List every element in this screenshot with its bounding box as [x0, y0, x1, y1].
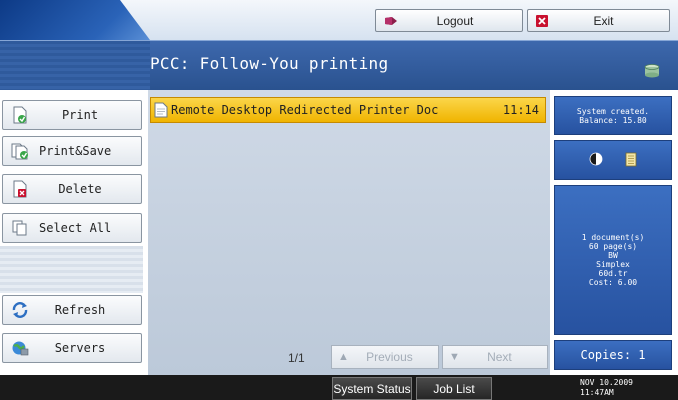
exit-label: Exit	[593, 13, 614, 28]
main-area: Print Print&Save Delete Select All Refre…	[0, 90, 678, 375]
time-text: 11:47AM	[580, 388, 614, 397]
next-button[interactable]: ▼ Next	[442, 345, 548, 369]
exit-button[interactable]: Exit	[527, 9, 670, 32]
print-label: Print	[61, 108, 99, 122]
info-sidebar: System created. Balance: 15.80 1 documen…	[552, 90, 678, 375]
top-bar: Logout Exit	[0, 0, 678, 40]
documents-count: 1 document(s)	[581, 233, 645, 242]
database-icon	[644, 63, 660, 82]
pager: 1/1 ▲ Previous ▼ Next	[148, 343, 550, 371]
sidebar-spacer	[0, 246, 143, 293]
page-indicator: 1/1	[288, 351, 305, 365]
refresh-button[interactable]: Refresh	[2, 295, 142, 325]
logout-icon	[384, 16, 398, 26]
system-status-button[interactable]: System Status	[332, 377, 412, 400]
delete-doc-icon	[7, 180, 33, 198]
select-all-icon	[7, 220, 33, 236]
contrast-icon[interactable]	[589, 152, 603, 168]
page-icon[interactable]	[625, 152, 637, 169]
triangle-down-icon: ▼	[449, 351, 460, 363]
paper-size: 60d.tr	[598, 269, 628, 278]
pages-count: 60 page(s)	[588, 242, 638, 251]
servers-label: Servers	[54, 341, 106, 355]
job-name: Remote Desktop Redirected Printer Doc	[171, 103, 439, 117]
delete-label: Delete	[58, 182, 102, 196]
servers-icon	[7, 340, 33, 356]
close-icon	[536, 14, 548, 27]
job-cost: Cost: 6.00	[588, 278, 638, 287]
brand-corner	[0, 0, 150, 40]
title-bar: PCC: Follow-You printing	[0, 40, 678, 91]
delete-button[interactable]: Delete	[2, 174, 142, 204]
refresh-label: Refresh	[54, 303, 106, 317]
color-mode: BW	[608, 251, 618, 260]
print-save-icon	[7, 142, 33, 160]
job-list: Remote Desktop Redirected Printer Doc 11…	[148, 90, 550, 375]
page-title: PCC: Follow-You printing	[150, 54, 389, 73]
color-options-panel	[554, 140, 672, 180]
date-text: NOV 10.2009	[580, 378, 633, 387]
previous-label: Previous	[366, 350, 413, 364]
next-label: Next	[487, 350, 512, 364]
servers-button[interactable]: Servers	[2, 333, 142, 363]
job-list-button[interactable]: Job List	[416, 377, 492, 400]
action-sidebar: Print Print&Save Delete Select All Refre…	[0, 90, 143, 375]
document-icon	[154, 102, 168, 118]
logout-label: Logout	[436, 13, 474, 28]
status-bar: System Status Job List NOV 10.2009 11:47…	[0, 375, 678, 400]
job-row[interactable]: Remote Desktop Redirected Printer Doc 11…	[150, 97, 546, 123]
system-status-text: System created.	[576, 107, 650, 116]
balance-text: Balance: 15.80	[579, 116, 647, 125]
print-save-label: Print&Save	[39, 144, 112, 158]
date-time: NOV 10.2009 11:47AM	[580, 378, 633, 398]
triangle-up-icon: ▲	[338, 351, 349, 363]
job-details-panel: 1 document(s) 60 page(s) BW Simplex 60d.…	[554, 185, 672, 335]
print-doc-icon	[7, 106, 33, 124]
job-time: 11:14	[502, 103, 539, 117]
previous-button[interactable]: ▲ Previous	[331, 345, 439, 369]
select-all-label: Select All	[39, 221, 112, 235]
print-save-button[interactable]: Print&Save	[2, 136, 142, 166]
duplex-mode: Simplex	[596, 260, 630, 269]
copies-panel[interactable]: Copies: 1	[554, 340, 672, 370]
refresh-icon	[7, 302, 33, 318]
print-button[interactable]: Print	[2, 100, 142, 130]
title-bar-stripe	[0, 41, 150, 91]
balance-panel: System created. Balance: 15.80	[554, 96, 672, 135]
logout-button[interactable]: Logout	[375, 9, 523, 32]
select-all-button[interactable]: Select All	[2, 213, 142, 243]
copies-text: Copies: 1	[580, 347, 646, 362]
